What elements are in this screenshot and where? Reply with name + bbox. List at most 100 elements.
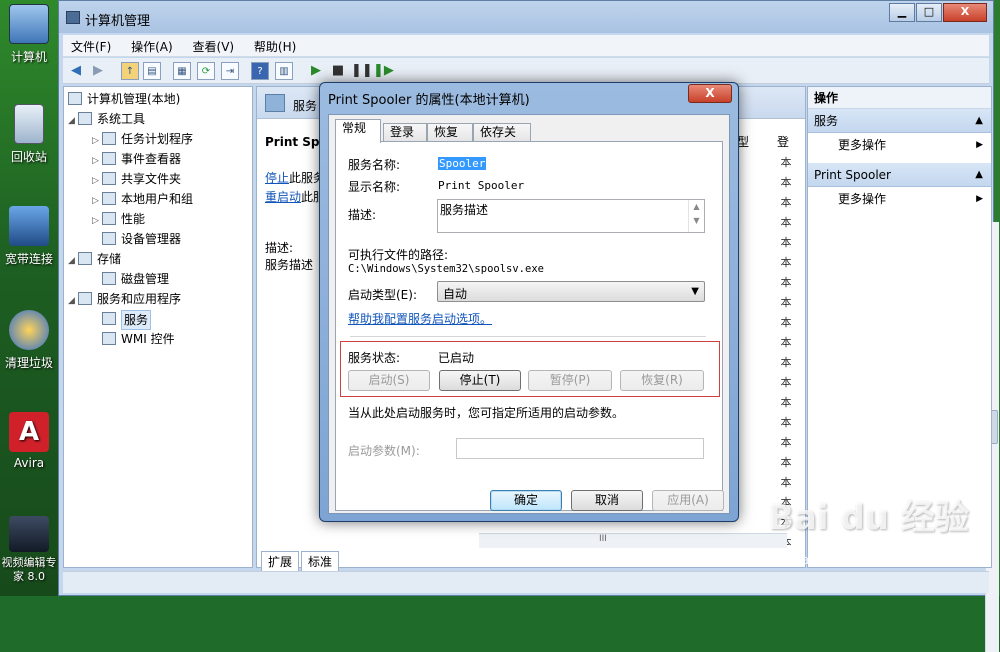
tree-item-system-tools[interactable]: ◢ 系统工具 — [68, 110, 145, 128]
description-scrollbar[interactable]: ▲ ▼ — [688, 200, 704, 232]
expand-arrow-icon[interactable]: ▷ — [92, 212, 102, 230]
refresh-icon[interactable]: ⟳ — [197, 62, 215, 80]
dialog-close-button[interactable]: X — [688, 84, 732, 103]
up-folder-icon[interactable]: ↑ — [121, 62, 139, 80]
help-icon[interactable]: ? — [251, 62, 269, 80]
pause-button[interactable]: 暂停(P) — [528, 370, 612, 391]
list-item[interactable]: 本 — [773, 273, 799, 293]
desktop-icon-cleaner[interactable]: 清理垃圾 — [0, 310, 58, 371]
collapse-icon[interactable]: ▲ — [975, 163, 983, 187]
more-actions-services[interactable]: 更多操作 ▶ — [808, 133, 991, 157]
tree-item-performance[interactable]: ▷ 性能 — [92, 210, 145, 228]
tab-logon[interactable]: 登录 — [383, 123, 427, 142]
list-item[interactable]: 本 — [773, 293, 799, 313]
collapse-icon[interactable]: ▲ — [975, 109, 983, 133]
tree-root[interactable]: 计算机管理(本地) — [68, 90, 180, 108]
tree-item-event-viewer[interactable]: ▷ 事件查看器 — [92, 150, 181, 168]
app-icon — [66, 11, 80, 24]
menu-view[interactable]: 查看(V) — [185, 35, 243, 55]
desktop-icon-avira[interactable]: A Avira — [0, 412, 58, 470]
tab-recovery[interactable]: 恢复 — [427, 123, 473, 142]
tab-dependencies[interactable]: 依存关系 — [473, 123, 531, 156]
resume-button[interactable]: 恢复(R) — [620, 370, 704, 391]
pause-service-icon[interactable]: ❚❚ — [351, 62, 373, 80]
list-item[interactable]: 本 — [773, 393, 799, 413]
back-arrow-icon[interactable]: ◀ — [67, 62, 85, 80]
tree-item-wmi[interactable]: WMI 控件 — [102, 330, 175, 348]
collapse-arrow-icon[interactable]: ◢ — [68, 292, 78, 310]
column-header-login[interactable]: 登 — [777, 133, 789, 150]
more-actions-print-spooler[interactable]: 更多操作 ▶ — [808, 187, 991, 211]
apply-button[interactable]: 应用(A) — [652, 490, 724, 511]
cancel-button[interactable]: 取消 — [571, 490, 643, 511]
list-item[interactable]: 本 — [773, 213, 799, 233]
ok-button[interactable]: 确定 — [490, 490, 562, 511]
stop-service-icon[interactable]: ■ — [329, 62, 347, 80]
list-item[interactable]: 本 — [773, 373, 799, 393]
desktop-icon-recycle-bin[interactable]: 回收站 — [0, 104, 58, 165]
tree-item-disk-management[interactable]: 磁盘管理 — [102, 270, 169, 288]
start-service-icon[interactable]: ▶ — [307, 62, 325, 80]
collapse-arrow-icon[interactable]: ◢ — [68, 252, 78, 270]
list-item[interactable]: 本 — [773, 313, 799, 333]
export-list-icon[interactable]: ⇥ — [221, 62, 239, 80]
tree-item-storage[interactable]: ◢ 存储 — [68, 250, 121, 268]
expand-arrow-icon[interactable]: ▷ — [92, 172, 102, 190]
stop-service-line: 停止此服务 — [265, 171, 326, 185]
device-manager-icon — [102, 232, 116, 245]
title-bar[interactable]: 计算机管理 ▁ □ X — [59, 1, 993, 33]
tab-extended[interactable]: 扩展 — [261, 551, 300, 572]
maximize-button[interactable]: □ — [916, 3, 942, 22]
list-item[interactable]: 本 — [773, 453, 799, 473]
actions-section-services[interactable]: 服务 ▲ — [808, 109, 991, 133]
actions-header: 操作 — [808, 87, 991, 109]
description-textarea[interactable]: 服务描述 ▲ ▼ — [437, 199, 705, 233]
help-configure-link[interactable]: 帮助我配置服务启动选项。 — [348, 310, 492, 327]
restart-service-link[interactable]: 重启动 — [265, 190, 301, 204]
tree-item-device-manager[interactable]: 设备管理器 — [102, 230, 181, 248]
start-params-input[interactable] — [456, 438, 704, 459]
menu-action[interactable]: 操作(A) — [123, 35, 181, 55]
stop-button[interactable]: 停止(T) — [439, 370, 521, 391]
list-item[interactable]: 本 — [773, 193, 799, 213]
list-item[interactable]: 本 — [773, 253, 799, 273]
list-item[interactable]: 本 — [773, 153, 799, 173]
tab-general[interactable]: 常规 — [335, 119, 381, 143]
list-item[interactable]: 本 — [773, 353, 799, 373]
tree-item-task-scheduler[interactable]: ▷ 任务计划程序 — [92, 130, 193, 148]
horizontal-scrollbar[interactable]: III — [479, 533, 787, 548]
service-name-value[interactable]: Spooler — [438, 157, 487, 170]
list-item[interactable]: 本 — [773, 333, 799, 353]
list-item[interactable]: 本 — [773, 233, 799, 253]
tree-item-local-users[interactable]: ▷ 本地用户和组 — [92, 190, 193, 208]
menu-help[interactable]: 帮助(H) — [246, 35, 304, 55]
list-item[interactable]: 本 — [773, 433, 799, 453]
show-action-pane-icon[interactable]: ▥ — [275, 62, 293, 80]
collapse-arrow-icon[interactable]: ◢ — [68, 112, 78, 130]
tree-item-services-apps[interactable]: ◢ 服务和应用程序 — [68, 290, 181, 308]
forward-arrow-icon[interactable]: ▶ — [89, 62, 107, 80]
show-hide-tree-icon[interactable]: ▤ — [143, 62, 161, 80]
tab-standard[interactable]: 标准 — [301, 551, 340, 572]
desktop-icon-video-editor[interactable]: 视频编辑专家 8.0 — [0, 516, 58, 584]
path-value: C:\Windows\System32\spoolsv.exe — [348, 263, 544, 275]
list-item[interactable]: 本 — [773, 173, 799, 193]
tree-item-shared-folders[interactable]: ▷ 共享文件夹 — [92, 170, 181, 188]
display-name-value[interactable]: Print Spooler — [438, 179, 524, 192]
stop-service-link[interactable]: 停止 — [265, 171, 289, 185]
tree-item-services[interactable]: 服务 — [102, 310, 152, 330]
actions-section-print-spooler[interactable]: Print Spooler ▲ — [808, 163, 991, 187]
close-button[interactable]: X — [943, 3, 987, 22]
start-button[interactable]: 启动(S) — [348, 370, 430, 391]
restart-service-icon[interactable]: ❚▶ — [373, 62, 394, 80]
properties-icon[interactable]: ▦ — [173, 62, 191, 80]
expand-arrow-icon[interactable]: ▷ — [92, 152, 102, 170]
expand-arrow-icon[interactable]: ▷ — [92, 132, 102, 150]
minimize-button[interactable]: ▁ — [889, 3, 915, 22]
startup-type-select[interactable]: 自动 ▼ — [437, 281, 705, 302]
desktop-icon-network[interactable]: 宽带连接 — [0, 206, 58, 267]
list-item[interactable]: 本 — [773, 413, 799, 433]
desktop-icon-computer[interactable]: 计算机 — [0, 4, 58, 65]
expand-arrow-icon[interactable]: ▷ — [92, 192, 102, 210]
menu-file[interactable]: 文件(F) — [63, 35, 119, 55]
